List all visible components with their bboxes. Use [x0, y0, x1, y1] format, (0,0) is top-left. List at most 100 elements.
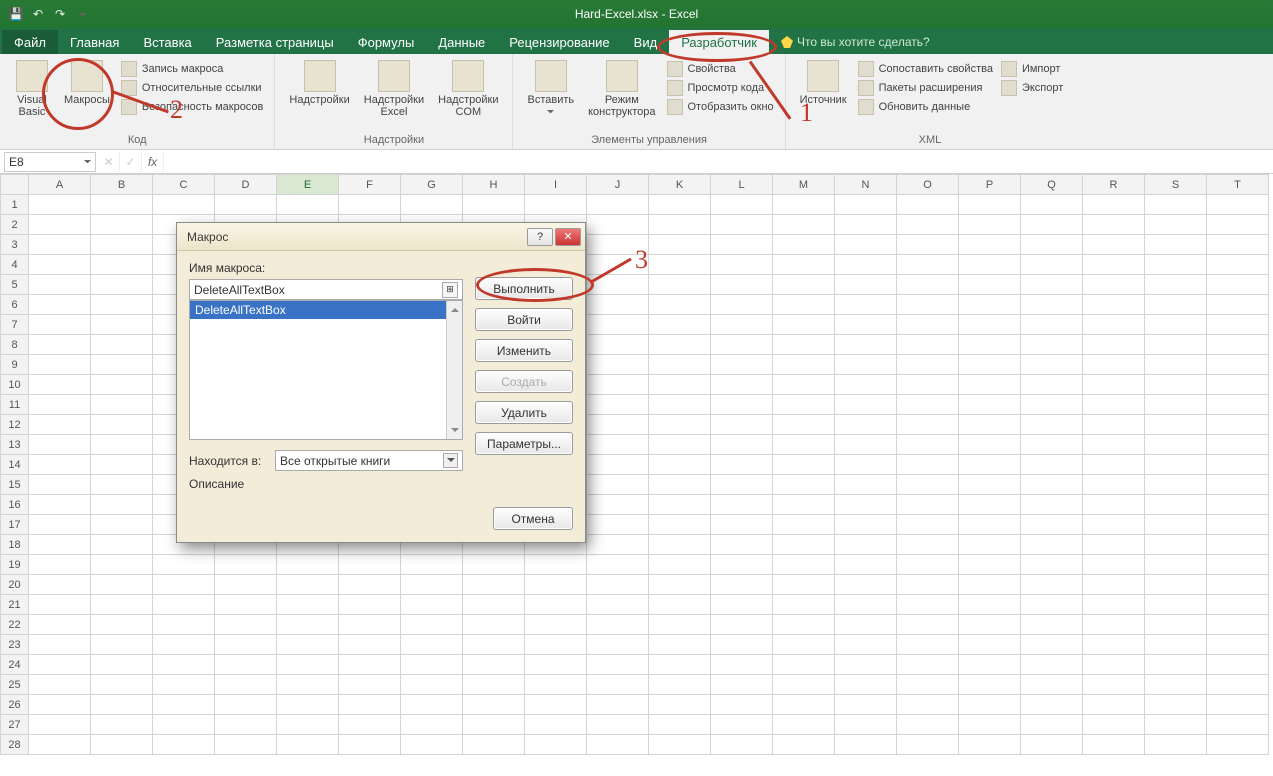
cell[interactable] [1083, 375, 1145, 395]
xml-export-button[interactable]: Экспорт [998, 79, 1066, 97]
cell[interactable] [463, 675, 525, 695]
cell[interactable] [711, 395, 773, 415]
cell[interactable] [835, 655, 897, 675]
cell[interactable] [339, 735, 401, 755]
cell[interactable] [153, 195, 215, 215]
cell[interactable] [91, 215, 153, 235]
cell[interactable] [91, 295, 153, 315]
cell[interactable] [897, 615, 959, 635]
cell[interactable] [587, 555, 649, 575]
cell[interactable] [1083, 315, 1145, 335]
cell[interactable] [29, 415, 91, 435]
cell[interactable] [773, 635, 835, 655]
cell[interactable] [1021, 655, 1083, 675]
cell[interactable] [835, 695, 897, 715]
cell[interactable] [897, 295, 959, 315]
cell[interactable] [959, 215, 1021, 235]
tab-file[interactable]: Файл [2, 30, 58, 54]
tab-view[interactable]: Вид [622, 30, 670, 54]
cell[interactable] [215, 675, 277, 695]
fx-button[interactable]: fx [142, 152, 164, 172]
cell[interactable] [29, 595, 91, 615]
xml-map-props-button[interactable]: Сопоставить свойства [855, 60, 996, 78]
cell[interactable] [897, 555, 959, 575]
cell[interactable] [1021, 595, 1083, 615]
cell[interactable] [339, 615, 401, 635]
cell[interactable] [649, 495, 711, 515]
cell[interactable] [835, 615, 897, 635]
cell[interactable] [649, 615, 711, 635]
cell[interactable] [401, 555, 463, 575]
cell[interactable] [1145, 295, 1207, 315]
cell[interactable] [711, 695, 773, 715]
cell[interactable] [1207, 695, 1269, 715]
cell[interactable] [339, 655, 401, 675]
cell[interactable] [525, 735, 587, 755]
cell[interactable] [29, 475, 91, 495]
cell[interactable] [277, 595, 339, 615]
cell[interactable] [897, 455, 959, 475]
cell[interactable] [525, 195, 587, 215]
cell[interactable] [277, 675, 339, 695]
cell[interactable] [29, 555, 91, 575]
cell[interactable] [1021, 355, 1083, 375]
cell[interactable] [339, 595, 401, 615]
cell[interactable] [1207, 555, 1269, 575]
cell[interactable] [835, 515, 897, 535]
cell[interactable] [215, 695, 277, 715]
cell[interactable] [711, 315, 773, 335]
cell[interactable] [29, 255, 91, 275]
cell[interactable] [835, 235, 897, 255]
cell[interactable] [773, 655, 835, 675]
cell[interactable] [649, 595, 711, 615]
cell[interactable] [587, 735, 649, 755]
cell[interactable] [897, 655, 959, 675]
cell[interactable] [91, 375, 153, 395]
cell[interactable] [463, 655, 525, 675]
cell[interactable] [215, 595, 277, 615]
cell[interactable] [29, 395, 91, 415]
cell[interactable] [1083, 275, 1145, 295]
cell[interactable] [773, 295, 835, 315]
cell[interactable] [649, 195, 711, 215]
column-header[interactable]: P [959, 175, 1021, 195]
cell[interactable] [587, 455, 649, 475]
cell[interactable] [1145, 675, 1207, 695]
cell[interactable] [463, 735, 525, 755]
column-header[interactable]: Q [1021, 175, 1083, 195]
cell[interactable] [525, 675, 587, 695]
column-header[interactable]: J [587, 175, 649, 195]
cell[interactable] [1207, 335, 1269, 355]
cell[interactable] [339, 635, 401, 655]
cell[interactable] [897, 235, 959, 255]
macro-list-item[interactable]: DeleteAllTextBox [190, 301, 462, 319]
cell[interactable] [711, 375, 773, 395]
cell[interactable] [835, 255, 897, 275]
cell[interactable] [215, 735, 277, 755]
cell[interactable] [897, 675, 959, 695]
cell[interactable] [711, 255, 773, 275]
cell[interactable] [1021, 335, 1083, 355]
column-header[interactable]: B [91, 175, 153, 195]
cell[interactable] [897, 515, 959, 535]
options-button[interactable]: Параметры... [475, 432, 573, 455]
cell[interactable] [711, 655, 773, 675]
column-header[interactable]: N [835, 175, 897, 195]
cell[interactable] [153, 715, 215, 735]
cell[interactable] [1207, 375, 1269, 395]
cell[interactable] [587, 615, 649, 635]
cell[interactable] [587, 255, 649, 275]
row-header[interactable]: 21 [1, 595, 29, 615]
cell[interactable] [153, 655, 215, 675]
row-header[interactable]: 7 [1, 315, 29, 335]
cell[interactable] [91, 515, 153, 535]
cell[interactable] [1083, 515, 1145, 535]
cell[interactable] [835, 735, 897, 755]
cell[interactable] [773, 615, 835, 635]
column-header[interactable]: M [773, 175, 835, 195]
cell[interactable] [1083, 475, 1145, 495]
cell[interactable] [525, 695, 587, 715]
cell[interactable] [1021, 295, 1083, 315]
cell[interactable] [897, 595, 959, 615]
cell[interactable] [835, 555, 897, 575]
